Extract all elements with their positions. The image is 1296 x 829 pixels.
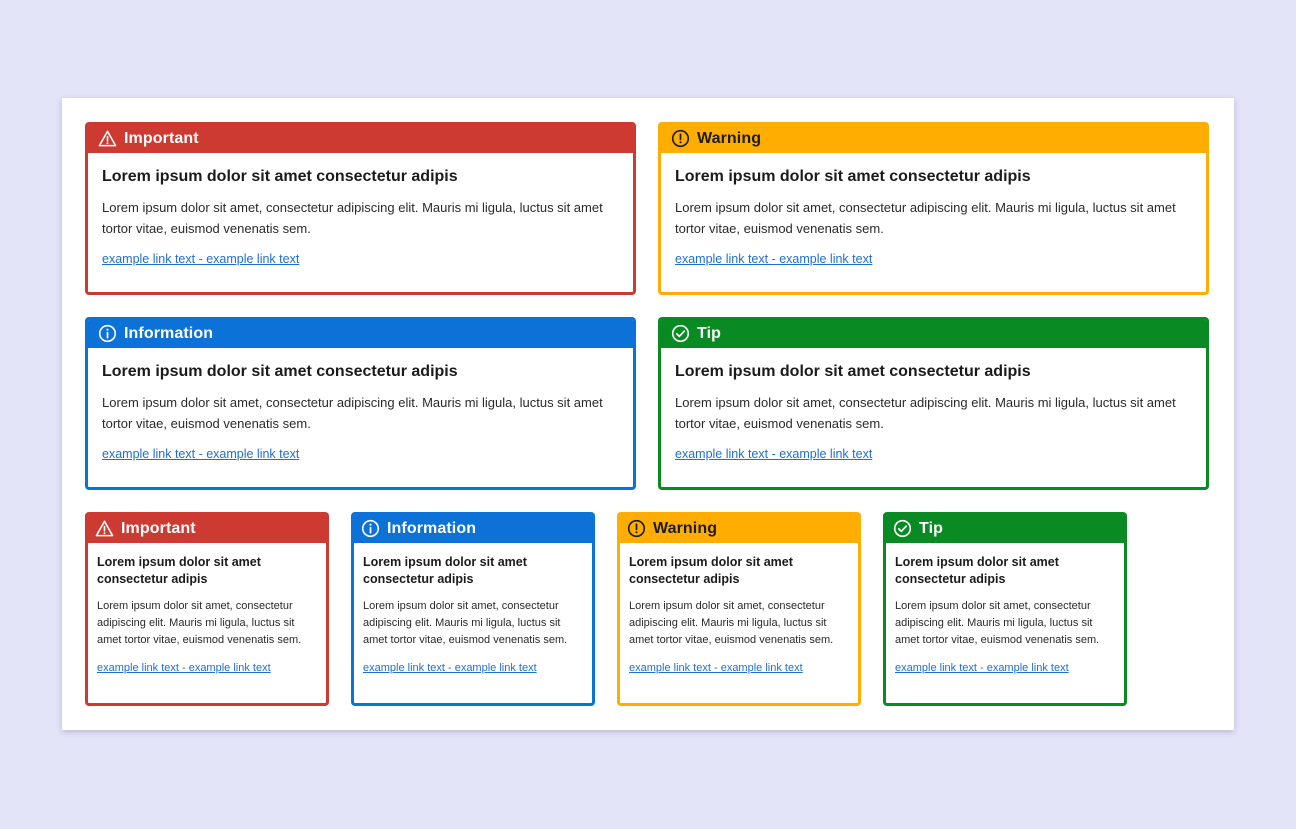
callout-header: Information — [88, 320, 633, 348]
callout-heading: Lorem ipsum dolor sit amet consectetur a… — [97, 555, 261, 586]
callout-tip-large: Tip Lorem ipsum dolor sit amet consectet… — [658, 317, 1209, 490]
callout-title: Tip — [919, 519, 944, 537]
callout-header: Tip — [886, 515, 1124, 543]
callout-important-large: Important Lorem ipsum dolor sit amet con… — [85, 122, 636, 295]
callout-title: Information — [387, 519, 477, 537]
info-circle-icon — [361, 519, 380, 538]
callout-title: Information — [124, 324, 214, 342]
callout-header: Warning — [620, 515, 858, 543]
callout-body: Lorem ipsum dolor sit amet, consectetur … — [675, 395, 1176, 431]
callout-link[interactable]: example link text - example link text — [895, 662, 1069, 674]
callout-heading: Lorem ipsum dolor sit amet consectetur a… — [629, 555, 793, 586]
callout-warning-large: Warning Lorem ipsum dolor sit amet conse… — [658, 122, 1209, 295]
exclamation-circle-icon — [671, 129, 690, 148]
callout-link[interactable]: example link text - example link text — [629, 662, 803, 674]
warning-triangle-icon — [95, 519, 114, 538]
callout-title: Warning — [697, 129, 762, 147]
callout-body: Lorem ipsum dolor sit amet, consectetur … — [102, 395, 603, 431]
info-circle-icon — [98, 324, 117, 343]
callout-heading: Lorem ipsum dolor sit amet consectetur a… — [363, 555, 527, 586]
callout-heading: Lorem ipsum dolor sit amet consectetur a… — [675, 168, 1031, 185]
callout-title: Tip — [697, 324, 722, 342]
callout-header: Information — [354, 515, 592, 543]
callout-body: Lorem ipsum dolor sit amet, consectetur … — [629, 600, 834, 646]
callout-important-small: Important Lorem ipsum dolor sit amet con… — [85, 512, 329, 706]
callout-information-large: Information Lorem ipsum dolor sit amet c… — [85, 317, 636, 490]
callout-tip-small: Tip Lorem ipsum dolor sit amet consectet… — [883, 512, 1127, 706]
callout-header: Important — [88, 125, 633, 153]
callout-body: Lorem ipsum dolor sit amet, consectetur … — [675, 200, 1176, 236]
callout-title: Warning — [653, 519, 718, 537]
callout-heading: Lorem ipsum dolor sit amet consectetur a… — [102, 168, 458, 185]
callout-showcase-panel: Important Lorem ipsum dolor sit amet con… — [62, 98, 1234, 730]
callout-body: Lorem ipsum dolor sit amet, consectetur … — [363, 600, 568, 646]
callout-link[interactable]: example link text - example link text — [102, 252, 299, 266]
callout-warning-small: Warning Lorem ipsum dolor sit amet conse… — [617, 512, 861, 706]
callout-information-small: Information Lorem ipsum dolor sit amet c… — [351, 512, 595, 706]
callout-link[interactable]: example link text - example link text — [363, 662, 537, 674]
callout-link[interactable]: example link text - example link text — [97, 662, 271, 674]
check-circle-icon — [893, 519, 912, 538]
callout-heading: Lorem ipsum dolor sit amet consectetur a… — [675, 363, 1031, 380]
callout-heading: Lorem ipsum dolor sit amet consectetur a… — [895, 555, 1059, 586]
callout-link[interactable]: example link text - example link text — [675, 447, 872, 461]
exclamation-circle-icon — [627, 519, 646, 538]
warning-triangle-icon — [98, 129, 117, 148]
callout-header: Warning — [661, 125, 1206, 153]
check-circle-icon — [671, 324, 690, 343]
callout-body: Lorem ipsum dolor sit amet, consectetur … — [102, 200, 603, 236]
callout-header: Tip — [661, 320, 1206, 348]
callout-header: Important — [88, 515, 326, 543]
callout-body: Lorem ipsum dolor sit amet, consectetur … — [895, 600, 1100, 646]
callout-title: Important — [121, 519, 196, 537]
callout-title: Important — [124, 129, 199, 147]
callout-heading: Lorem ipsum dolor sit amet consectetur a… — [102, 363, 458, 380]
callout-body: Lorem ipsum dolor sit amet, consectetur … — [97, 600, 302, 646]
callout-link[interactable]: example link text - example link text — [675, 252, 872, 266]
callout-link[interactable]: example link text - example link text — [102, 447, 299, 461]
